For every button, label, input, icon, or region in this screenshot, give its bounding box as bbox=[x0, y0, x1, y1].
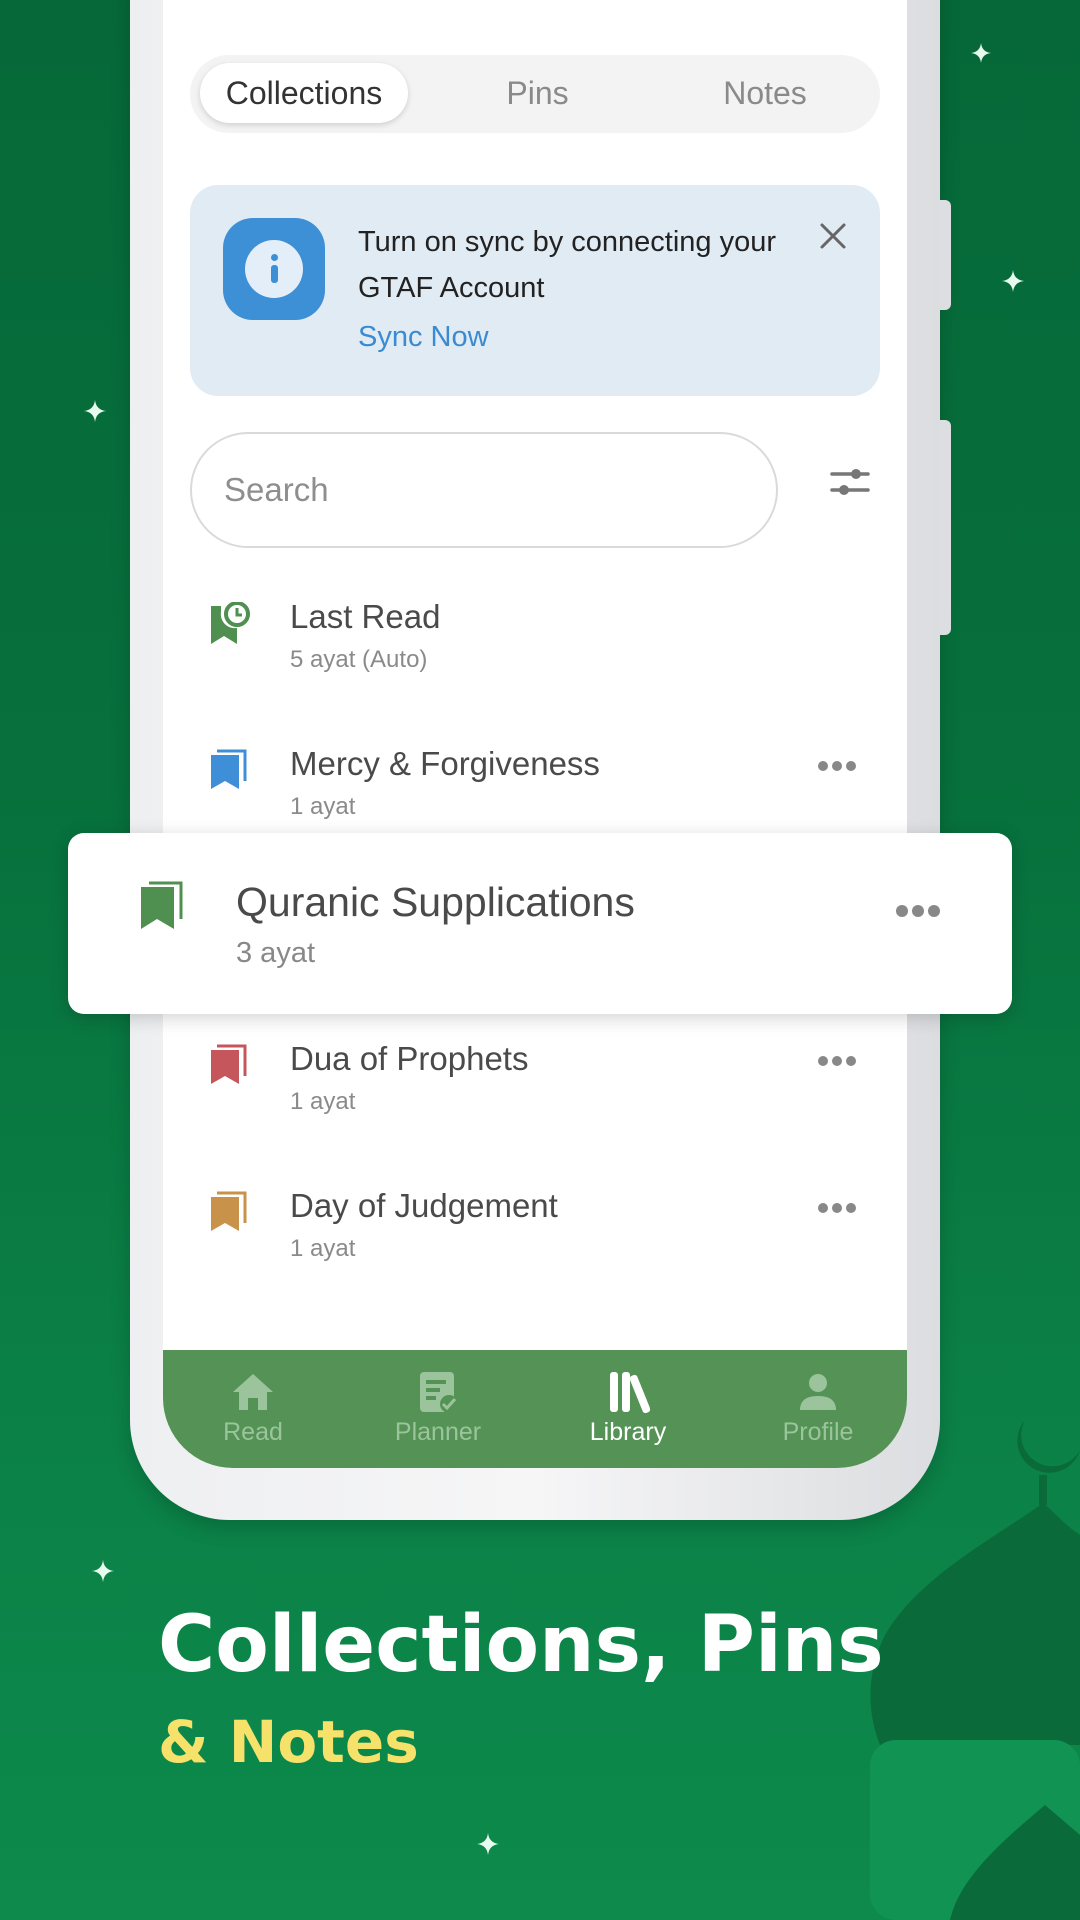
sync-message: Turn on sync by connecting your GTAF Acc… bbox=[358, 226, 777, 304]
more-options-icon[interactable] bbox=[817, 1054, 857, 1068]
home-icon bbox=[233, 1374, 273, 1410]
bookmark-icon bbox=[141, 881, 183, 931]
collection-row-last-read[interactable]: Last Read 5 ayat (Auto) bbox=[163, 590, 907, 700]
nav-label: Profile bbox=[782, 1418, 854, 1446]
sync-now-link[interactable]: Sync Now bbox=[358, 321, 489, 354]
bookmark-icon bbox=[211, 1191, 247, 1233]
collection-title: Dua of Prophets bbox=[290, 1040, 529, 1077]
library-tabs: Collections Pins Notes bbox=[190, 55, 880, 133]
sparkle-icon bbox=[477, 1833, 499, 1855]
bookmark-icon bbox=[211, 1044, 247, 1086]
promo-subline: & Notes bbox=[158, 1708, 419, 1776]
close-icon[interactable] bbox=[818, 221, 848, 251]
info-icon bbox=[223, 218, 325, 320]
sparkle-icon bbox=[84, 400, 106, 422]
nav-library[interactable]: Library bbox=[558, 1370, 698, 1447]
profile-icon bbox=[800, 1374, 836, 1410]
sync-banner: Turn on sync by connecting your GTAF Acc… bbox=[190, 185, 880, 396]
tab-pins[interactable]: Pins bbox=[430, 63, 645, 123]
collection-count: 1 ayat bbox=[290, 793, 356, 820]
nav-label: Planner bbox=[394, 1418, 482, 1446]
collection-title: Day of Judgement bbox=[290, 1187, 558, 1224]
collection-count: 5 ayat (Auto) bbox=[290, 646, 428, 673]
nav-profile[interactable]: Profile bbox=[748, 1370, 888, 1447]
search-field[interactable] bbox=[190, 432, 778, 548]
search-input[interactable] bbox=[224, 434, 721, 546]
sparkle-icon bbox=[1002, 270, 1024, 292]
collection-count: 3 ayat bbox=[236, 937, 315, 969]
volume-button bbox=[940, 200, 951, 310]
tab-notes[interactable]: Notes bbox=[660, 63, 870, 123]
collection-title: Quranic Supplications bbox=[236, 879, 635, 925]
collection-row[interactable]: Dua of Prophets 1 ayat bbox=[163, 1032, 907, 1142]
collection-count: 1 ayat bbox=[290, 1088, 356, 1115]
nav-label: Read bbox=[223, 1418, 283, 1446]
collection-row[interactable]: Day of Judgement 1 ayat bbox=[163, 1179, 907, 1289]
planner-icon bbox=[420, 1372, 458, 1413]
collection-title: Mercy & Forgiveness bbox=[290, 745, 600, 782]
sparkle-icon bbox=[971, 43, 991, 63]
more-options-icon[interactable] bbox=[817, 1201, 857, 1215]
nav-label: Library bbox=[589, 1418, 667, 1446]
bottom-navigation: Read Planner Library Profile bbox=[163, 1350, 907, 1468]
library-icon bbox=[610, 1372, 650, 1414]
promo-headline: Collections, Pins bbox=[158, 1600, 884, 1690]
bookmark-icon bbox=[211, 749, 247, 791]
app-screen: Collections Pins Notes Turn on sync by c… bbox=[163, 0, 907, 1468]
nav-read[interactable]: Read bbox=[183, 1370, 323, 1447]
more-options-icon[interactable] bbox=[895, 903, 941, 919]
nav-planner[interactable]: Planner bbox=[368, 1370, 508, 1447]
collection-row[interactable]: Mercy & Forgiveness 1 ayat bbox=[163, 737, 907, 847]
tab-collections[interactable]: Collections bbox=[200, 63, 408, 123]
sliders-icon[interactable] bbox=[828, 460, 872, 504]
more-options-icon[interactable] bbox=[817, 759, 857, 773]
collection-count: 1 ayat bbox=[290, 1235, 356, 1262]
bookmark-clock-icon bbox=[211, 601, 250, 644]
sparkle-icon bbox=[92, 1560, 114, 1582]
collection-title: Last Read bbox=[290, 598, 441, 635]
power-button bbox=[940, 420, 951, 635]
collection-row-highlighted[interactable]: Quranic Supplications 3 ayat bbox=[68, 833, 1012, 1014]
